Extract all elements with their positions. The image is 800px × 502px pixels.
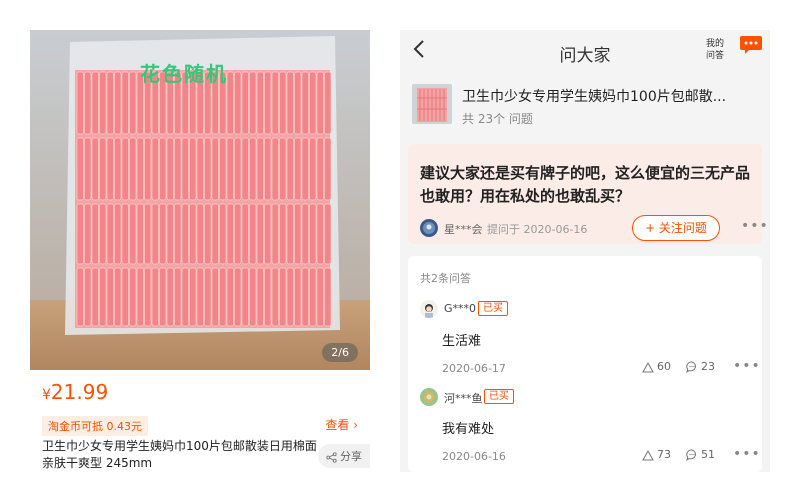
question-more-button[interactable]: ••• — [741, 218, 769, 234]
currency-symbol: ¥ — [42, 387, 51, 403]
answer-more-button[interactable]: ••• — [733, 446, 761, 462]
like-button[interactable]: 73 — [642, 448, 671, 461]
coin-discount-badge: 淘金币可抵 0.43元 — [42, 416, 148, 436]
comment-button[interactable]: 51 — [686, 448, 715, 461]
like-count: 73 — [657, 448, 671, 461]
like-button[interactable]: 60 — [642, 360, 671, 373]
answer-text: 生活难 — [442, 334, 482, 349]
avatar — [420, 219, 438, 237]
answer-avatar-image — [420, 300, 438, 318]
more-dots-icon — [740, 36, 762, 54]
share-icon — [326, 451, 337, 463]
answer-count: 共2条问答 — [420, 272, 471, 285]
avatar — [420, 388, 438, 406]
asked-date: 提问于 2020-06-16 — [487, 223, 588, 236]
product-thumbnail-image — [412, 84, 452, 124]
answer-text: 我有难处 — [442, 422, 495, 437]
asker-avatar-image — [420, 219, 438, 237]
view-link[interactable]: 查看 › — [325, 416, 358, 433]
comment-count: 51 — [701, 448, 715, 461]
product-summary[interactable]: 卫生巾少女专用学生姨妈巾100片包邮散... 共 23个 问题 — [412, 84, 758, 134]
answer-item[interactable]: G***0 已买 生活难 2020-06-17 60 23 ••• — [420, 300, 760, 386]
avatar — [420, 300, 438, 318]
upvote-icon — [642, 361, 654, 372]
price: ¥21.99 — [42, 380, 108, 404]
comment-button[interactable]: 23 — [686, 360, 715, 373]
qa-panel: 问大家 我的 问答 卫生巾少女专用学生姨妈巾100片包邮散... 共 23个 问… — [400, 30, 770, 472]
product-photo[interactable]: 花色随机 2/6 — [30, 30, 370, 370]
page-indicator: 2/6 — [322, 343, 358, 362]
like-count: 60 — [657, 360, 671, 373]
share-button[interactable]: 分享 — [318, 444, 370, 468]
answer-date: 2020-06-17 — [442, 362, 506, 375]
photo-caption: 花色随机 — [140, 62, 228, 86]
answer-more-button[interactable]: ••• — [733, 358, 761, 374]
bought-badge: 已买 — [484, 389, 514, 404]
upvote-icon — [642, 449, 654, 460]
my-qa-label-1: 我的 — [706, 39, 725, 49]
my-qa-label-2: 问答 — [706, 51, 725, 61]
comment-icon — [686, 361, 696, 373]
my-qa-button[interactable]: 我的 问答 — [706, 38, 724, 62]
bought-badge: 已买 — [478, 301, 508, 316]
comment-icon — [686, 449, 696, 461]
asker-name: 星***会 — [444, 223, 483, 236]
question-text: 建议大家还是买有牌子的吧，这么便宜的三无产品也敢用？用在私处的也敢乱买？ — [420, 164, 751, 205]
answerer-name: G***0 — [444, 302, 477, 315]
answer-avatar-image — [420, 388, 438, 406]
answers-card: 共2条问答 G***0 已买 生活难 2020-06-17 60 23 ••• … — [408, 256, 762, 472]
follow-question-button[interactable]: + 关注问题 — [632, 215, 720, 241]
nav-bar: 问大家 我的 问答 — [400, 30, 770, 72]
product-thumbnail — [412, 84, 452, 124]
product-title: 卫生巾少女专用学生姨妈巾100片包邮散装日用棉面亲肤干爽型 245mm — [42, 439, 317, 470]
product-name: 卫生巾少女专用学生姨妈巾100片包邮散... — [462, 89, 727, 105]
answer-date: 2020-06-16 — [442, 450, 506, 463]
share-label: 分享 — [340, 450, 362, 463]
more-button[interactable] — [739, 34, 763, 56]
product-panel: 花色随机 2/6 ¥21.99 淘金币可抵 0.43元 查看 › 卫生巾少女专用… — [30, 30, 370, 472]
price-value: 21.99 — [50, 380, 109, 404]
answerer-name: 河***鱼 — [444, 392, 483, 405]
answer-item[interactable]: 河***鱼 已买 我有难处 2020-06-16 73 51 ••• — [420, 388, 760, 472]
question-count: 共 23个 问题 — [462, 112, 533, 126]
question-card: 建议大家还是买有牌子的吧，这么便宜的三无产品也敢用？用在私处的也敢乱买？ 星**… — [408, 144, 768, 244]
comment-count: 23 — [701, 360, 715, 373]
